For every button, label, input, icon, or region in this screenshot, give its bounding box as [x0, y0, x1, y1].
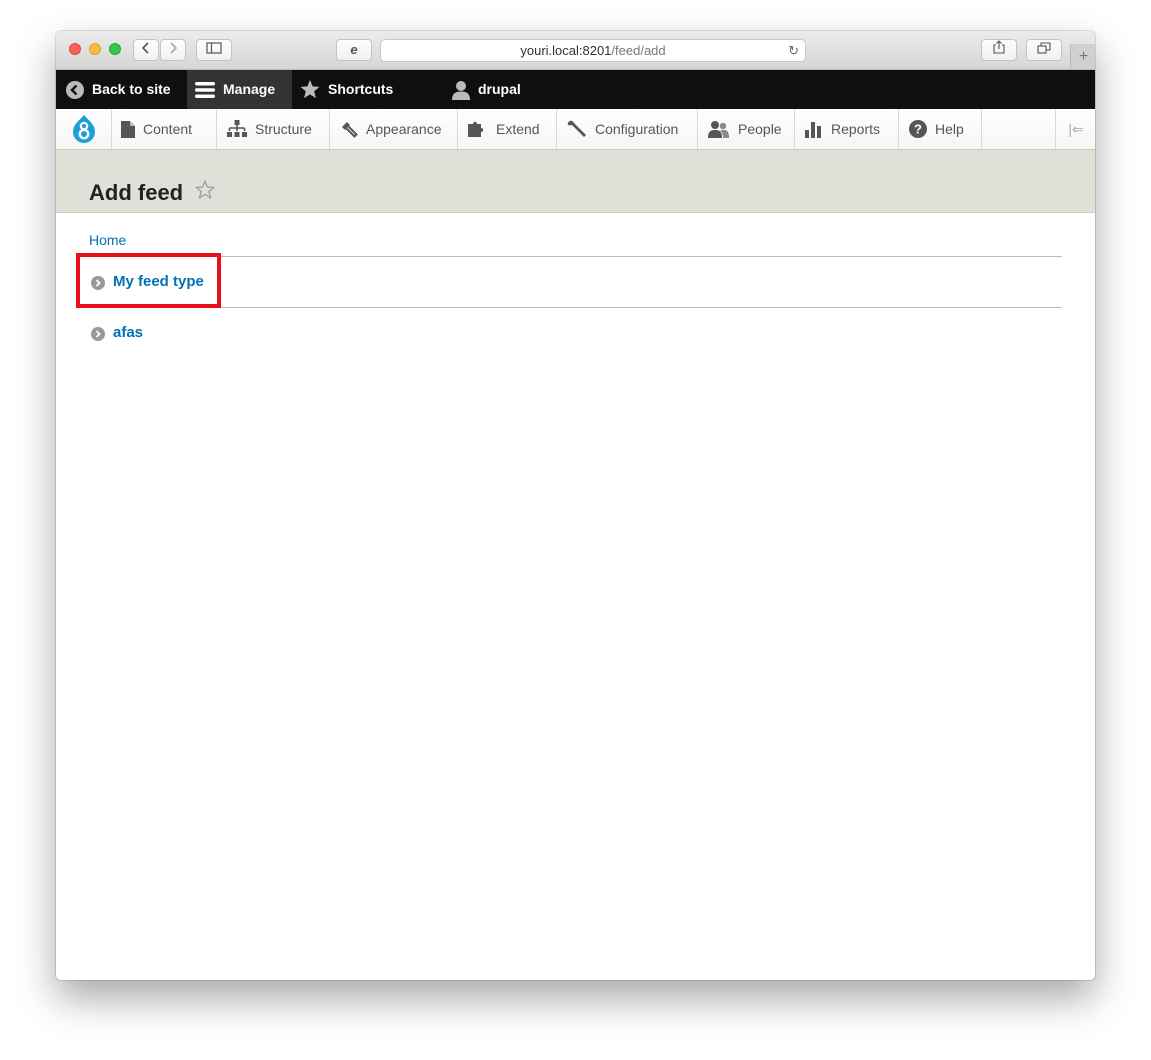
- maximize-window-button[interactable]: [109, 43, 121, 55]
- feed-type-item: My feed type: [89, 256, 1062, 307]
- menu-item-content[interactable]: Content: [111, 109, 217, 149]
- share-icon: [993, 40, 1005, 54]
- tabs-icon: [1037, 42, 1051, 54]
- shortcuts-tab[interactable]: Shortcuts: [300, 70, 393, 109]
- menu-item-people-label: People: [738, 121, 782, 137]
- sitemap-icon: [227, 120, 247, 138]
- menu-item-help[interactable]: ? Help: [899, 109, 982, 149]
- tabs-overview-button[interactable]: [1026, 39, 1062, 61]
- menu-item-structure-label: Structure: [255, 121, 312, 137]
- toolbar-orientation-toggle[interactable]: |⇐: [1055, 109, 1095, 149]
- svg-text:?: ?: [914, 122, 922, 137]
- star-icon: [300, 80, 320, 99]
- plus-icon: +: [1078, 48, 1089, 65]
- back-to-site-label: Back to site: [92, 81, 171, 97]
- user-tab[interactable]: drupal: [452, 70, 521, 109]
- url-path: /feed/add: [611, 43, 666, 58]
- admin-toolbar: Back to site Manage Shortcuts drupal: [56, 70, 1095, 109]
- feed-type-list: My feed type afas: [89, 256, 1062, 358]
- shortcut-star-icon[interactable]: [194, 179, 216, 204]
- menu-item-help-label: Help: [935, 121, 964, 137]
- puzzle-icon: [468, 120, 488, 138]
- internet-explorer-icon: e: [350, 42, 358, 57]
- minimize-window-button[interactable]: [89, 43, 101, 55]
- document-icon: [121, 120, 135, 138]
- back-arrow-circle-icon: [66, 80, 84, 99]
- user-icon: [452, 80, 470, 100]
- drupal-drop-icon: [72, 115, 95, 143]
- menu-item-people[interactable]: People: [698, 109, 795, 149]
- url-host: youri.local:8201: [520, 43, 612, 58]
- chevron-circle-right-icon: [91, 327, 105, 346]
- chevron-right-icon: [170, 42, 178, 54]
- user-label: drupal: [478, 81, 521, 97]
- admin-menu-tray: Content Structure Appearance Extend Conf…: [56, 109, 1095, 150]
- new-tab-button[interactable]: +: [1070, 44, 1095, 69]
- menu-item-reports-label: Reports: [831, 121, 881, 137]
- browser-titlebar: e youri.local:8201/feed/add ↻ +: [56, 31, 1095, 70]
- sidebar-toggle-button[interactable]: [196, 39, 232, 61]
- close-window-button[interactable]: [69, 43, 81, 55]
- chevron-left-icon: [141, 42, 149, 54]
- menu-item-extend-label: Extend: [496, 121, 540, 137]
- menu-item-structure[interactable]: Structure: [217, 109, 330, 149]
- shortcuts-label: Shortcuts: [328, 81, 394, 97]
- back-to-site-link[interactable]: Back to site: [66, 70, 171, 109]
- hamburger-icon: [195, 81, 215, 98]
- paintbrush-icon: [340, 120, 358, 138]
- sidebar-icon: [206, 42, 222, 54]
- collapse-arrow-icon: |⇐: [1068, 120, 1084, 137]
- reload-icon[interactable]: ↻: [788, 40, 799, 61]
- manage-label: Manage: [223, 81, 276, 97]
- feed-type-link-my-feed-type[interactable]: My feed type: [113, 273, 204, 290]
- ie-extension-button[interactable]: e: [336, 39, 372, 61]
- wrench-icon: [567, 120, 587, 138]
- feed-type-link-afas[interactable]: afas: [113, 324, 143, 341]
- bar-chart-icon: [805, 120, 823, 138]
- forward-button[interactable]: [160, 39, 186, 61]
- menu-item-extend[interactable]: Extend: [458, 109, 557, 149]
- menu-item-configuration-label: Configuration: [595, 121, 679, 137]
- breadcrumb-home-link[interactable]: Home: [89, 232, 126, 248]
- browser-window: e youri.local:8201/feed/add ↻ + Back to …: [56, 31, 1095, 980]
- people-icon: [708, 120, 730, 138]
- menu-item-appearance[interactable]: Appearance: [330, 109, 458, 149]
- page-title: Add feed: [89, 180, 184, 205]
- drupal-logo[interactable]: [56, 109, 112, 149]
- back-button[interactable]: [133, 39, 159, 61]
- manage-tab[interactable]: Manage: [187, 70, 292, 109]
- menu-item-reports[interactable]: Reports: [795, 109, 899, 149]
- address-bar[interactable]: youri.local:8201/feed/add ↻: [380, 39, 806, 62]
- feed-type-item: afas: [89, 307, 1062, 358]
- page-header: Add feed: [56, 150, 1095, 213]
- menu-item-configuration[interactable]: Configuration: [557, 109, 698, 149]
- menu-item-appearance-label: Appearance: [366, 121, 442, 137]
- help-icon: ?: [909, 120, 927, 138]
- share-button[interactable]: [981, 39, 1017, 61]
- chevron-circle-right-icon: [91, 276, 105, 295]
- menu-item-content-label: Content: [143, 121, 193, 137]
